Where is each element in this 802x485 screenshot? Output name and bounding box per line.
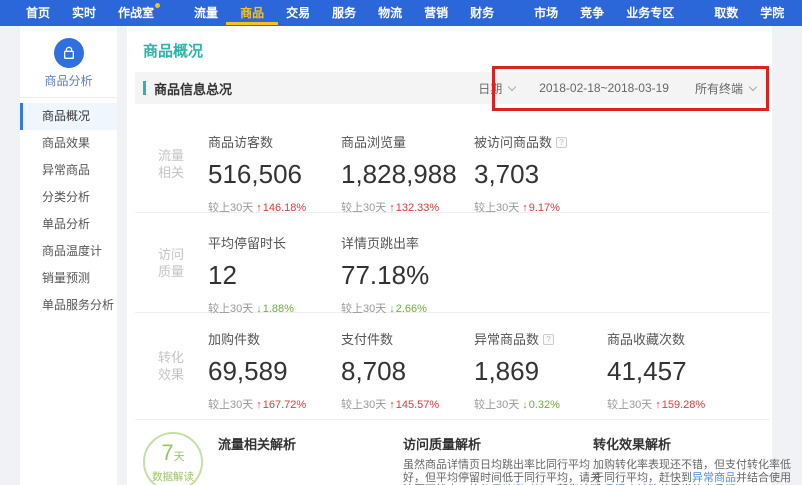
sidebar-divider: [20, 97, 117, 98]
conversion-insight: 转化效果解析 加购转化率表现还不错，但支付转化率低 于同行平均，赶快到异常商品并…: [593, 434, 791, 485]
metric-group-label: 转化效果: [158, 349, 188, 383]
sidebar-item-single-product-analysis[interactable]: 单品分析: [20, 211, 117, 238]
nav-item-logistics[interactable]: 物流: [376, 0, 404, 26]
sidebar-header: 商品分析: [20, 26, 117, 89]
metric-value: 12: [208, 260, 341, 291]
insights-section: 7天 数据解读 流量相关解析 访问质量解析 虽然商品详情页日均跳出率比同行平均 …: [127, 420, 772, 485]
metric-label: 被访问商品数: [474, 132, 607, 151]
metric-label: 平均停留时长: [208, 233, 341, 252]
delta-value: 0.32%: [522, 399, 560, 411]
page-title: 商品概况: [143, 40, 203, 61]
metric-value: 41,457: [607, 356, 740, 387]
metrics-area: 流量相关 商品访客数 516,506 较上30天146.18% 商品浏览量 1,…: [127, 116, 772, 485]
terminal-dropdown[interactable]: 所有终端: [695, 80, 756, 97]
metric-card-bounce-rate: 详情页跳出率 77.18% 较上30天2.66%: [341, 213, 474, 312]
nav-item-business-zone[interactable]: 业务专区: [624, 0, 676, 26]
metric-group-label: 流量相关: [158, 147, 188, 181]
metric-value: 69,589: [208, 356, 341, 387]
metric-value: 8,708: [341, 356, 474, 387]
delta-value: 145.57%: [389, 399, 439, 411]
section-title: 商品信息总况: [154, 79, 232, 98]
metric-value: 516,506: [208, 159, 341, 190]
metric-label: 商品浏览量: [341, 132, 474, 151]
nav-item-competition[interactable]: 竞争: [578, 0, 606, 26]
compare-label: 较上30天: [474, 202, 519, 214]
compare-label: 较上30天: [208, 399, 253, 411]
metric-row-traffic: 流量相关 商品访客数 516,506 较上30天146.18% 商品浏览量 1,…: [127, 116, 772, 212]
help-icon[interactable]: [543, 334, 554, 345]
metric-card-abnormal-products: 异常商品数 1,869 较上30天0.32%: [474, 313, 607, 419]
nav-item-product[interactable]: 商品: [238, 0, 266, 26]
metric-row-conversion: 转化效果 加购件数 69,589 较上30天167.72% 支付件数 8,708…: [127, 313, 772, 419]
notification-dot-icon: [155, 3, 160, 8]
date-type-dropdown[interactable]: 日期: [478, 80, 515, 97]
shopping-bag-icon: [54, 38, 84, 68]
nav-item-warroom[interactable]: 作战室: [116, 0, 156, 26]
nav-item-traffic[interactable]: 流量: [192, 0, 220, 26]
sidebar-item-category-analysis[interactable]: 分类分析: [20, 184, 117, 211]
insight-title: 访问质量解析: [403, 434, 601, 453]
metric-group-label: 访问质量: [158, 246, 188, 280]
metric-value: 3,703: [474, 159, 607, 190]
section-header-bar: 商品信息总况 日期 2018-02-18~2018-03-19 所有终端: [135, 72, 770, 104]
metric-label: 加购件数: [208, 329, 341, 348]
sidebar-item-product-effect[interactable]: 商品效果: [20, 130, 117, 157]
metric-value: 77.18%: [341, 260, 474, 291]
insight-title: 转化效果解析: [593, 434, 791, 453]
metric-label: 商品访客数: [208, 132, 341, 151]
compare-label: 较上30天: [607, 399, 652, 411]
nav-item-trade[interactable]: 交易: [284, 0, 312, 26]
insight-title: 流量相关解析: [218, 434, 296, 453]
delta-value: 167.72%: [256, 399, 306, 411]
nav-item-finance[interactable]: 财务: [468, 0, 496, 26]
metric-value: 1,869: [474, 356, 607, 387]
metric-card-pageviews: 商品浏览量 1,828,988 较上30天132.33%: [341, 116, 474, 212]
section-accent-bar: [143, 81, 146, 95]
chevron-down-icon: [749, 82, 757, 90]
date-range-picker[interactable]: 2018-02-18~2018-03-19: [539, 81, 669, 95]
sidebar-item-sales-forecast[interactable]: 销量预测: [20, 265, 117, 292]
metric-card-visitors: 商品访客数 516,506 较上30天146.18%: [208, 116, 341, 212]
metric-card-favorites: 商品收藏次数 41,457 较上30天159.28%: [607, 313, 740, 419]
sidebar-section-title: 商品分析: [20, 72, 117, 89]
sidebar-item-product-thermometer[interactable]: 商品温度计: [20, 238, 117, 265]
sidebar-item-abnormal-products[interactable]: 异常商品: [20, 157, 117, 184]
metric-label: 详情页跳出率: [341, 233, 474, 252]
sidebar: 商品分析 商品概况 商品效果 异常商品 分类分析 单品分析 商品温度计 销量预测…: [20, 26, 117, 485]
chevron-down-icon: [508, 82, 516, 90]
compare-label: 较上30天: [341, 399, 386, 411]
nav-item-market[interactable]: 市场: [532, 0, 560, 26]
nav-item-academy[interactable]: 学院: [758, 0, 786, 26]
nav-item-data-fetch[interactable]: 取数: [712, 0, 740, 26]
traffic-insight: 流量相关解析: [218, 434, 296, 453]
sidebar-menu: 商品概况 商品效果 异常商品 分类分析 单品分析 商品温度计 销量预测 单品服务…: [20, 103, 117, 319]
metric-card-paid-items: 支付件数 8,708 较上30天145.57%: [341, 313, 474, 419]
delta-value: 159.28%: [655, 399, 705, 411]
metric-row-quality: 访问质量 平均停留时长 12 较上30天1.88% 详情页跳出率 77.18% …: [127, 213, 772, 312]
nav-item-realtime[interactable]: 实时: [70, 0, 98, 26]
delta-value: 9.17%: [522, 202, 560, 214]
quality-insight: 访问质量解析 虽然商品详情页日均跳出率比同行平均 好，但平均停留时间低于同行平均…: [403, 434, 601, 485]
compare-label: 较上30天: [474, 399, 519, 411]
nav-item-home[interactable]: 首页: [24, 0, 52, 26]
metric-label: 支付件数: [341, 329, 474, 348]
filter-bar: 日期 2018-02-18~2018-03-19 所有终端: [478, 80, 770, 97]
metric-label: 商品收藏次数: [607, 329, 740, 348]
abnormal-products-link[interactable]: 异常商品: [692, 472, 736, 484]
help-icon[interactable]: [556, 137, 567, 148]
metric-card-visited-products: 被访问商品数 3,703 较上30天9.17%: [474, 116, 607, 212]
main-panel: 商品概况 商品信息总况 日期 2018-02-18~2018-03-19 所有终…: [127, 26, 772, 485]
sidebar-item-single-product-service[interactable]: 单品服务分析: [20, 292, 117, 319]
nav-item-service[interactable]: 服务: [330, 0, 358, 26]
seven-day-badge: 7天 数据解读: [143, 432, 203, 485]
top-nav: 首页 实时 作战室 流量 商品 交易 服务 物流 营销 财务 市场 竞争 业务专…: [0, 0, 802, 26]
metric-label: 异常商品数: [474, 329, 607, 348]
metric-card-add-to-cart: 加购件数 69,589 较上30天167.72%: [208, 313, 341, 419]
sidebar-item-product-overview[interactable]: 商品概况: [20, 103, 117, 130]
nav-item-marketing[interactable]: 营销: [422, 0, 450, 26]
metric-value: 1,828,988: [341, 159, 474, 190]
metric-card-avg-stay: 平均停留时长 12 较上30天1.88%: [208, 213, 341, 312]
